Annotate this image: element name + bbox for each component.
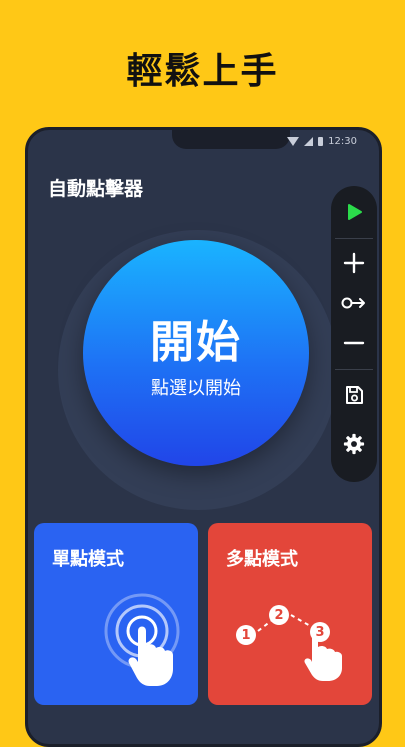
start-button-label: 開始 — [150, 317, 242, 368]
gear-icon — [343, 433, 365, 455]
battery-icon — [318, 137, 324, 146]
play-button[interactable] — [331, 186, 377, 238]
multi-point-mode-card[interactable]: 多點模式 1 2 3 — [208, 523, 372, 705]
add-swipe-button[interactable] — [331, 283, 377, 323]
save-icon — [346, 386, 363, 404]
save-button[interactable] — [331, 370, 377, 420]
start-button[interactable]: 開始 點選以開始 — [83, 240, 309, 466]
remove-target-button[interactable] — [331, 323, 377, 363]
floating-toolbar — [331, 186, 377, 482]
wifi-icon — [287, 137, 300, 146]
play-icon — [348, 204, 362, 220]
minus-icon — [343, 341, 365, 345]
toolbar-divider — [335, 238, 373, 239]
signal-icon — [304, 137, 314, 146]
step-3-badge: 3 — [310, 622, 330, 642]
phone-notch — [172, 130, 290, 149]
status-bar: 12:30 — [287, 136, 357, 147]
swipe-icon — [341, 297, 365, 309]
app-title: 自動點擊器 — [48, 178, 144, 200]
tap-icon — [104, 593, 180, 686]
multi-tap-path — [257, 614, 342, 681]
phone-frame: 12:30 自動點擊器 開始 點選以開始 單點模式 多點模式 1 2 3 — [25, 127, 382, 747]
plus-icon — [343, 252, 365, 274]
step-1-badge: 1 — [236, 625, 256, 645]
add-target-button[interactable] — [331, 243, 377, 283]
single-point-mode-card[interactable]: 單點模式 — [34, 523, 198, 705]
single-point-mode-label: 單點模式 — [52, 549, 124, 570]
headline: 輕鬆上手 — [126, 51, 279, 92]
step-2-badge: 2 — [269, 605, 289, 625]
status-time: 12:30 — [328, 136, 357, 147]
settings-button[interactable] — [331, 420, 377, 468]
start-button-sublabel: 點選以開始 — [151, 378, 241, 399]
